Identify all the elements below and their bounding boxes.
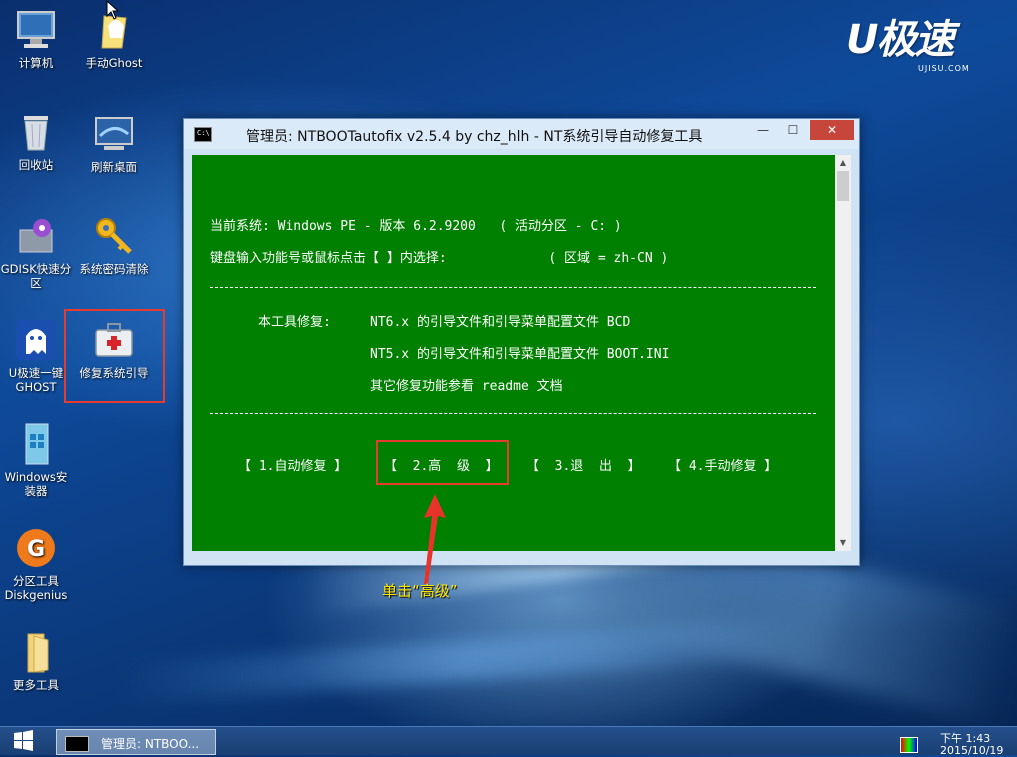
close-button[interactable]: ✕ <box>810 120 854 140</box>
windows-installer-icon <box>25 423 49 465</box>
window-titlebar[interactable]: C:\ 管理员: NTBOOTautofix v2.5.4 by chz_hlh… <box>184 119 859 149</box>
folder-icon <box>27 633 49 673</box>
clock-date: 2015/10/19 <box>940 744 1004 757</box>
desktop-icon-diskgenius[interactable]: G 分区工具Diskgenius <box>0 526 72 602</box>
diskgenius-icon: G <box>17 529 55 567</box>
divider-top <box>210 287 816 288</box>
vertical-scrollbar[interactable]: ▲ ▼ <box>835 155 851 551</box>
svg-text:G: G <box>27 537 45 562</box>
repair-boot-highlight <box>64 309 165 403</box>
console-task-icon <box>65 736 89 752</box>
desktop-icon-computer[interactable]: 计算机 <box>0 8 72 70</box>
annotation-arrow-icon <box>424 494 446 584</box>
repair-nt6: NT6.x 的引导文件和引导菜单配置文件 BCD <box>370 315 631 330</box>
desktop-icon-label: 手动Ghost <box>85 56 143 70</box>
tray-color-icon[interactable] <box>900 737 918 753</box>
cursor-icon <box>106 0 120 20</box>
current-system-line: 当前系统: Windows PE - 版本 6.2.9200 ( 活动分区 - … <box>210 219 622 234</box>
repair-nt5: NT5.x 的引导文件和引导菜单配置文件 BOOT.INI <box>370 347 670 362</box>
desktop-icon-label: 更多工具 <box>13 678 59 692</box>
scroll-up-icon[interactable]: ▲ <box>835 155 851 171</box>
desktop-icon-label: GDISK快速分区 <box>0 262 72 290</box>
system-clock[interactable]: 下午 1:43 2015/10/19 <box>940 733 1003 757</box>
refresh-desktop-icon <box>95 117 133 150</box>
recycle-bin-icon <box>24 116 48 151</box>
taskbar: 管理员: NTBOO... 下午 1:43 2015/10/19 <box>0 726 1017 757</box>
desktop-icon-refresh-desktop[interactable]: 刷新桌面 <box>78 112 150 174</box>
logo-brand: U极速 <box>846 17 954 63</box>
desktop-icon-label: 刷新桌面 <box>91 160 137 174</box>
console-window[interactable]: C:\ 管理员: NTBOOTautofix v2.5.4 by chz_hlh… <box>183 118 860 566</box>
logo-site: UJISU.COM <box>918 64 970 73</box>
desktop-icon-label: 分区工具Diskgenius <box>4 574 68 602</box>
desktop-icon-label: 回收站 <box>18 158 54 172</box>
disk-gear-icon <box>19 219 53 253</box>
desktop-icon-ujisu-ghost[interactable]: U极速一键GHOST <box>0 318 72 394</box>
scroll-thumb[interactable] <box>837 171 849 201</box>
desktop-icon-windows-installer[interactable]: Windows安装器 <box>0 422 72 498</box>
option-exit[interactable]: 【 3.退 出 】 <box>526 455 641 474</box>
divider-bottom <box>210 413 816 414</box>
minimize-button[interactable]: — <box>750 120 776 140</box>
taskbar-item-label: 管理员: NTBOO... <box>101 737 200 751</box>
console-app-icon: C:\ <box>194 127 212 142</box>
computer-icon <box>17 11 55 48</box>
window-title: 管理员: NTBOOTautofix v2.5.4 by chz_hlh - N… <box>246 129 703 145</box>
desktop-icon-label: U极速一键GHOST <box>8 366 64 394</box>
desktop-icon-label: 计算机 <box>18 56 54 70</box>
desktop-icon-label: Windows安装器 <box>4 470 68 498</box>
desktop-icon-password-clear[interactable]: 系统密码清除 <box>78 214 150 276</box>
option-auto-repair[interactable]: 【 1.自动修复 】 <box>238 455 347 474</box>
desktop-icon-label: 系统密码清除 <box>79 262 149 276</box>
ujisu-logo: U极速 UJISU.COM <box>846 18 996 78</box>
repair-other: 其它修复功能参看 readme 文档 <box>370 379 563 394</box>
taskbar-item-console[interactable]: 管理员: NTBOO... <box>56 729 216 755</box>
option-manual-repair[interactable]: 【 4.手动修复 】 <box>668 455 777 474</box>
ghost-icon <box>16 320 56 360</box>
windows-start-icon[interactable] <box>0 727 46 755</box>
maximize-button[interactable]: ☐ <box>780 120 806 140</box>
input-prompt-line: 键盘输入功能号或鼠标点击【 】内选择: ( 区域 = zh-CN ) <box>210 251 669 266</box>
repair-label: 本工具修复: <box>258 315 331 330</box>
annotation-text: 单击“高级” <box>382 582 458 600</box>
console-output[interactable]: 当前系统: Windows PE - 版本 6.2.9200 ( 活动分区 - … <box>192 155 835 551</box>
advanced-option-highlight <box>376 440 509 485</box>
desktop-icon-more-tools[interactable]: 更多工具 <box>0 630 72 692</box>
key-icon <box>96 218 132 254</box>
scroll-down-icon[interactable]: ▼ <box>835 535 851 551</box>
desktop-icon-gdisk[interactable]: GDISK快速分区 <box>0 214 72 290</box>
desktop-icon-recycle-bin[interactable]: 回收站 <box>0 110 72 172</box>
